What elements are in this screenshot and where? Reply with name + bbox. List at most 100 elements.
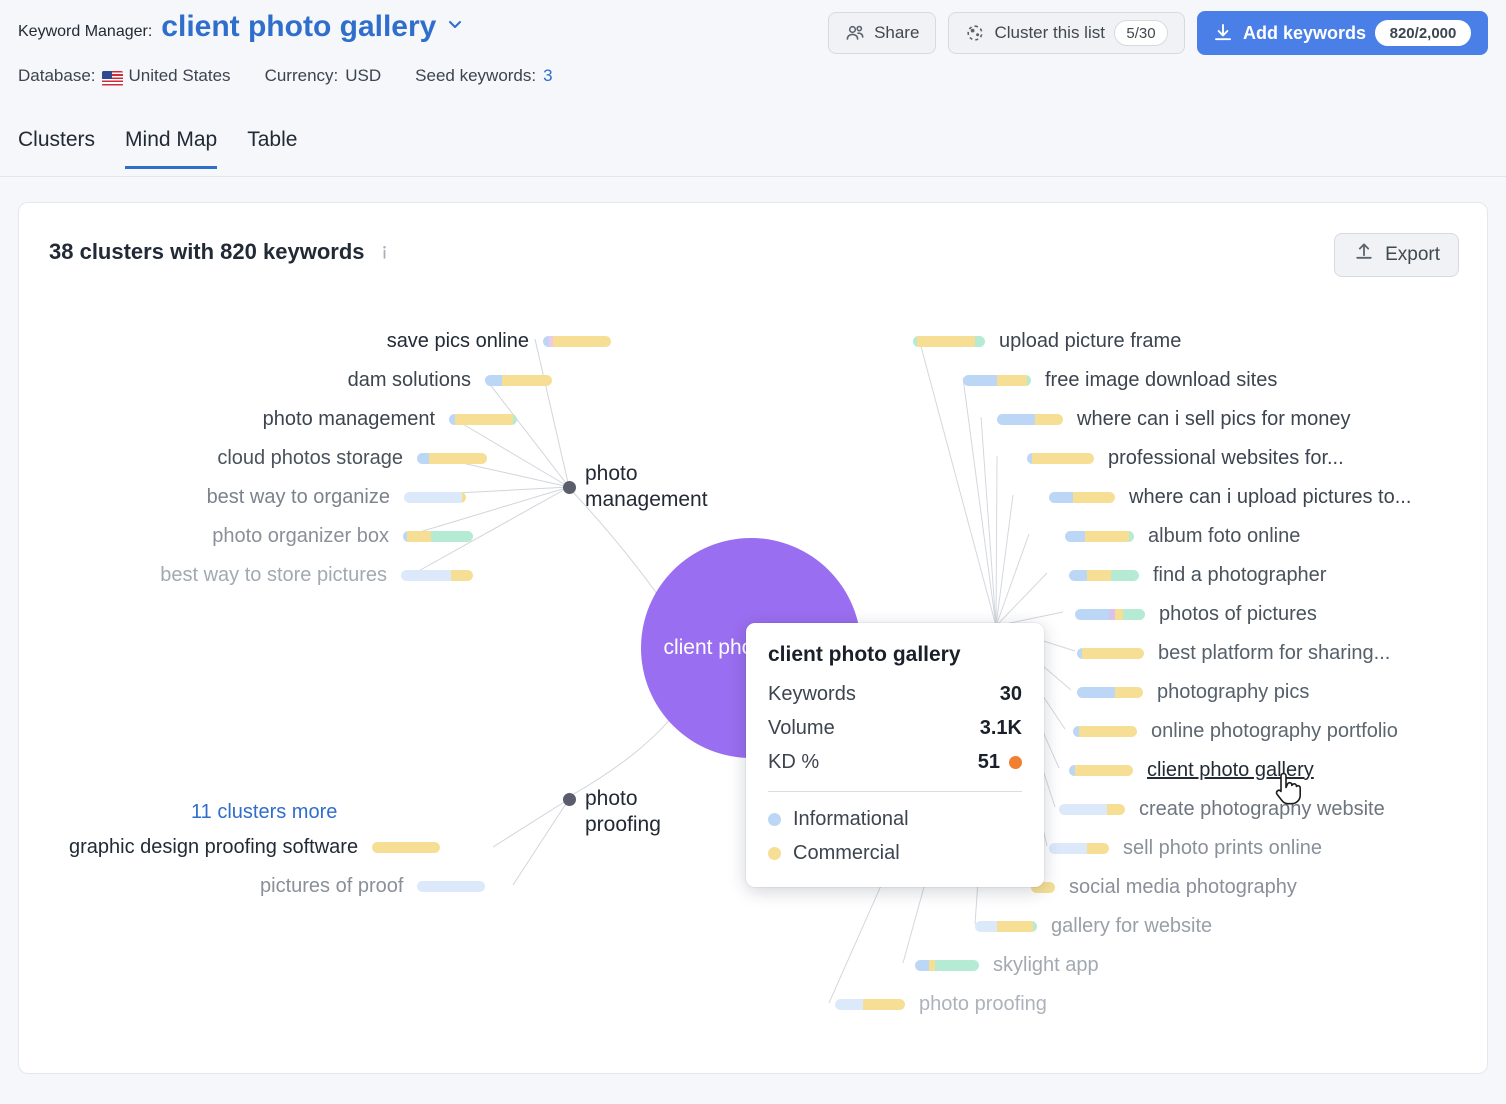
intent-bar-segment (1033, 920, 1037, 932)
currency-value: USD (345, 66, 382, 85)
keyword-label: photos of pictures (1159, 603, 1317, 625)
keyword-list-name-link[interactable]: client photo gallery (161, 10, 436, 44)
intent-bar-segment (997, 920, 1033, 932)
metadata-row: Database: United States Currency: USD Se… (18, 66, 587, 86)
keyword-row[interactable]: gallery for website (975, 916, 1212, 936)
keyword-label: photo organizer box (212, 525, 389, 547)
intent-bar-segment (863, 998, 905, 1010)
keyword-row[interactable]: social media photography (1031, 877, 1297, 897)
chevron-down-icon[interactable] (447, 16, 463, 32)
page-title: Keyword Manager: client photo gallery (18, 10, 463, 44)
download-icon (1212, 22, 1234, 44)
intent-bar-segment (407, 530, 431, 542)
keyword-row[interactable]: find a photographer (1069, 565, 1326, 585)
keyword-label: where can i sell pics for money (1077, 408, 1351, 430)
intent-bar-segment (1059, 803, 1107, 815)
keyword-row[interactable]: sell photo prints online (1049, 838, 1322, 858)
cluster-this-list-button[interactable]: Cluster this list 5/30 (948, 12, 1185, 54)
intent-bar-segment (404, 491, 462, 503)
legend-item-informational: Informational (768, 808, 1022, 831)
database-value: United States (128, 66, 231, 85)
keyword-row-client-photo-gallery[interactable]: client photo gallery (1069, 760, 1314, 780)
keyword-row[interactable]: dam solutions (348, 370, 552, 390)
intent-bar (915, 959, 979, 971)
keyword-row[interactable]: cloud photos storage (217, 448, 487, 468)
node-label-line2: proofing (585, 813, 661, 837)
add-keywords-label: Add keywords (1242, 22, 1366, 43)
keyword-row[interactable]: create photography website (1059, 799, 1385, 819)
intent-bar-segment (1075, 764, 1133, 776)
tab-mind-map[interactable]: Mind Map (125, 128, 218, 169)
intent-bar (401, 569, 473, 581)
intent-bar-segment (975, 920, 997, 932)
tooltip-row-volume: Volume 3.1K (768, 717, 1022, 740)
tab-bar: Clusters Mind Map Table (18, 128, 297, 169)
share-button[interactable]: Share (828, 12, 937, 54)
tab-table[interactable]: Table (247, 128, 297, 169)
intent-bar-segment (451, 569, 473, 581)
intent-bar (449, 413, 517, 425)
cluster-count-badge: 5/30 (1113, 20, 1168, 46)
keyword-row[interactable]: photos of pictures (1075, 604, 1317, 624)
intent-bar (1027, 452, 1094, 464)
seed-keywords-value[interactable]: 3 (543, 66, 552, 86)
keyword-row[interactable]: album foto online (1065, 526, 1300, 546)
keyword-row[interactable]: professional websites for... (1027, 448, 1344, 468)
tooltip-row-kd: KD % 51 (768, 751, 1022, 774)
intent-bar-segment (963, 374, 997, 386)
keyword-row[interactable]: skylight app (915, 955, 1099, 975)
intent-bar-segment (975, 335, 985, 347)
intent-bar-segment (417, 452, 429, 464)
intent-bar-segment (935, 959, 979, 971)
tooltip-divider (768, 791, 1022, 792)
keyword-row[interactable]: where can i upload pictures to... (1049, 487, 1411, 507)
keyword-row[interactable]: save pics online (387, 331, 611, 351)
tooltip-row-value-wrap: 51 (978, 751, 1022, 774)
intent-bar (403, 530, 473, 542)
keyword-row[interactable]: pictures of proof (260, 876, 486, 896)
keyword-row[interactable]: best way to organize (207, 487, 466, 507)
intent-bar-segment (455, 413, 513, 425)
keyword-row[interactable]: photo management (263, 409, 517, 429)
keyword-label: social media photography (1069, 876, 1297, 898)
tooltip-row-label: KD % (768, 751, 820, 773)
intent-bar (1069, 764, 1133, 776)
intent-bar (417, 880, 486, 892)
keyword-row[interactable]: best platform for sharing... (1077, 643, 1390, 663)
intent-bar (913, 335, 985, 347)
intent-bar-segment (835, 998, 863, 1010)
keyword-row[interactable]: photography pics (1077, 682, 1309, 702)
keyword-row[interactable]: photo organizer box (212, 526, 473, 546)
keyword-row[interactable]: upload picture frame (913, 331, 1181, 351)
intent-bar (372, 841, 441, 853)
add-keywords-button[interactable]: Add keywords 820/2,000 (1196, 11, 1488, 55)
keyword-row[interactable]: free image download sites (963, 370, 1277, 390)
more-clusters-link[interactable]: 11 clusters more (191, 801, 337, 824)
keyword-label: upload picture frame (999, 330, 1182, 352)
keyword-row[interactable]: where can i sell pics for money (997, 409, 1350, 429)
node-label-photo-management[interactable]: photo management (585, 461, 708, 514)
intent-bar-segment (431, 530, 473, 542)
keyword-row[interactable]: online photography portfolio (1073, 721, 1398, 741)
intent-bar (1065, 530, 1134, 542)
intent-bar-segment (1082, 647, 1144, 659)
intent-bar-segment (1075, 608, 1109, 620)
node-dot-photo-proofing[interactable] (563, 793, 576, 806)
keyword-row[interactable]: best way to store pictures (160, 565, 473, 585)
keyword-label: save pics online (386, 330, 529, 352)
keyword-row[interactable]: graphic design proofing software (69, 837, 441, 857)
intent-bar (835, 998, 905, 1010)
keyword-tooltip: client photo gallery Keywords 30 Volume … (746, 623, 1044, 887)
keyword-label: client photo gallery (1147, 759, 1314, 781)
keyword-row[interactable]: photo proofing (835, 994, 1047, 1014)
intent-bar (1075, 608, 1145, 620)
node-dot-photo-management[interactable] (563, 481, 576, 494)
node-label-photo-proofing[interactable]: photo proofing (585, 786, 661, 839)
intent-bar-segment (1073, 491, 1115, 503)
keyword-label: photo proofing (919, 993, 1047, 1015)
keyword-label: create photography website (1139, 798, 1385, 820)
intent-bar-segment (1123, 608, 1145, 620)
tooltip-kd-value: 51 (977, 751, 1000, 773)
intent-bar (1049, 842, 1109, 854)
tab-clusters[interactable]: Clusters (18, 128, 95, 169)
